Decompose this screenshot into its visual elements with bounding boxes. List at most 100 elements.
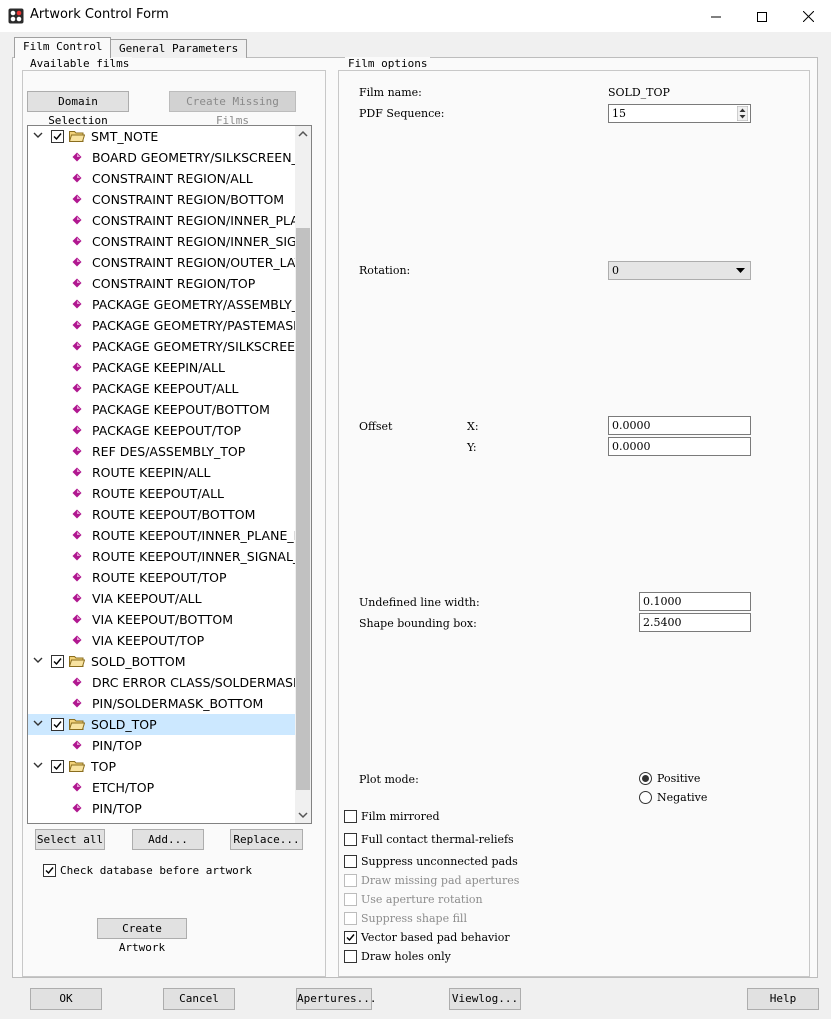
tree-leaf-row[interactable]: CONSTRAINT REGION/INNER_PLANE_LAYERS [28, 210, 296, 231]
chevron-down-icon[interactable] [33, 760, 43, 770]
tree-scrollbar-thumb[interactable] [296, 228, 310, 790]
close-button[interactable] [785, 0, 831, 32]
film-layer-icon [72, 677, 82, 687]
undefined-line-width-input[interactable]: 0.1000 [639, 592, 751, 611]
tree-leaf-row[interactable]: PIN/TOP [28, 735, 296, 756]
scroll-up-icon[interactable] [297, 129, 309, 139]
chevron-down-icon[interactable] [33, 130, 43, 140]
help-button[interactable]: Help [747, 988, 819, 1010]
tree-checkbox[interactable] [51, 130, 64, 143]
tree-leaf-row[interactable]: PACKAGE GEOMETRY/PASTEMASK_TOP [28, 315, 296, 336]
minimize-button[interactable] [693, 0, 739, 32]
tree-leaf-row[interactable]: PACKAGE KEEPOUT/ALL [28, 378, 296, 399]
film-layer-icon [72, 698, 82, 708]
replace-button[interactable]: Replace... [230, 829, 303, 850]
tree-leaf-row[interactable]: PACKAGE GEOMETRY/SILKSCREEN_TOP [28, 336, 296, 357]
tree-leaf-row[interactable]: CONSTRAINT REGION/ALL [28, 168, 296, 189]
select-all-button[interactable]: Select all [35, 829, 105, 850]
tree-item-label: REF DES/ASSEMBLY_TOP [92, 444, 246, 459]
check-database-checkbox[interactable] [43, 864, 56, 877]
cancel-button[interactable]: Cancel [163, 988, 235, 1010]
viewlog-button[interactable]: Viewlog... [449, 988, 521, 1010]
tree-leaf-row[interactable]: CONSTRAINT REGION/INNER_SIGNAL_LAYERS [28, 231, 296, 252]
scroll-down-icon[interactable] [297, 810, 309, 820]
film-layer-icon [72, 362, 82, 372]
tree-checkbox[interactable] [51, 655, 64, 668]
available-films-label: Available films [27, 57, 133, 70]
tree-item-label: VIA KEEPOUT/TOP [92, 633, 205, 648]
offset-x-input[interactable]: 0.0000 [608, 416, 751, 435]
tree-item-label: VIA KEEPOUT/BOTTOM [92, 612, 233, 627]
positive-radio[interactable] [639, 772, 652, 785]
tree-leaf-row[interactable]: ROUTE KEEPOUT/INNER_SIGNAL_LAYERS [28, 546, 296, 567]
tree-leaf-row[interactable]: DRC ERROR CLASS/SOLDERMASK_BOTTOM [28, 672, 296, 693]
apertures-button[interactable]: Apertures... [296, 988, 376, 1010]
tree-leaf-row[interactable]: PACKAGE GEOMETRY/ASSEMBLY_TOP [28, 294, 296, 315]
create-artwork-button[interactable]: Create Artwork [97, 918, 187, 954]
add-button[interactable]: Add... [132, 829, 204, 850]
film-name-value: SOLD_TOP [608, 86, 670, 99]
shape-bounding-box-input[interactable]: 2.5400 [639, 613, 751, 632]
spinner-arrows-icon[interactable] [737, 106, 748, 121]
tree-leaf-row[interactable]: CONSTRAINT REGION/OUTER_LAYERS [28, 252, 296, 273]
maximize-button[interactable] [739, 0, 785, 32]
tree-leaf-row[interactable]: ROUTE KEEPOUT/ALL [28, 483, 296, 504]
tree-leaf-row[interactable]: REF DES/ASSEMBLY_TOP [28, 441, 296, 462]
tree-leaf-row[interactable]: ROUTE KEEPIN/ALL [28, 462, 296, 483]
film-option-checkbox[interactable] [344, 810, 357, 823]
tree-leaf-row[interactable]: PACKAGE KEEPIN/ALL [28, 357, 296, 378]
window-title: Artwork Control Form [30, 7, 169, 22]
film-option-label: Draw holes only [361, 950, 451, 963]
film-option-label: Vector based pad behavior [361, 931, 510, 944]
tree-leaf-row[interactable]: VIA KEEPOUT/TOP [28, 630, 296, 651]
ok-button[interactable]: OK [30, 988, 102, 1010]
tree-checkbox[interactable] [51, 718, 64, 731]
create-missing-films-button[interactable]: Create Missing Films [169, 91, 296, 127]
film-layer-icon [72, 551, 82, 561]
tree-leaf-row[interactable]: ROUTE KEEPOUT/INNER_PLANE_LAYERS [28, 525, 296, 546]
chevron-down-icon[interactable] [33, 655, 43, 665]
negative-radio[interactable] [639, 791, 652, 804]
film-option-checkbox[interactable] [344, 893, 357, 906]
tab-film-control[interactable]: Film Control [14, 37, 112, 58]
film-option-checkbox[interactable] [344, 874, 357, 887]
films-tree[interactable]: SMT_NOTE BOARD GEOMETRY/SILKSCREEN_TOP CON… [27, 125, 312, 824]
film-layer-icon [72, 593, 82, 603]
tree-leaf-row[interactable]: VIA KEEPOUT/ALL [28, 588, 296, 609]
film-layer-icon [72, 299, 82, 309]
film-layer-icon [72, 530, 82, 540]
rotation-select[interactable]: 0 [608, 261, 751, 280]
film-layer-icon [72, 152, 82, 162]
chevron-down-icon[interactable] [33, 718, 43, 728]
checkmark-icon [53, 133, 62, 141]
tree-leaf-row[interactable]: VIA KEEPOUT/BOTTOM [28, 609, 296, 630]
film-option-label: Suppress shape fill [361, 912, 467, 925]
rotation-label: Rotation: [359, 264, 411, 277]
tree-leaf-row[interactable]: CONSTRAINT REGION/BOTTOM [28, 189, 296, 210]
tree-leaf-row[interactable]: PACKAGE KEEPOUT/TOP [28, 420, 296, 441]
tree-folder-row[interactable]: TOP [28, 756, 296, 777]
tree-folder-row[interactable]: SOLD_BOTTOM [28, 651, 296, 672]
tree-leaf-row[interactable]: ROUTE KEEPOUT/TOP [28, 567, 296, 588]
offset-y-input[interactable]: 0.0000 [608, 437, 751, 456]
tree-folder-row[interactable]: SMT_NOTE [28, 126, 296, 147]
tree-leaf-row[interactable]: PIN/TOP [28, 798, 296, 819]
film-option-checkbox[interactable] [344, 912, 357, 925]
tree-leaf-row[interactable]: BOARD GEOMETRY/SILKSCREEN_TOP [28, 147, 296, 168]
tree-item-label: VIA KEEPOUT/ALL [92, 591, 202, 606]
tab-general-parameters[interactable]: General Parameters [110, 39, 248, 58]
tree-leaf-row[interactable]: PACKAGE KEEPOUT/BOTTOM [28, 399, 296, 420]
film-option-checkbox[interactable] [344, 855, 357, 868]
film-option-checkbox[interactable] [344, 931, 357, 944]
pdf-sequence-spinner[interactable]: 15 [608, 104, 751, 123]
film-option-checkbox[interactable] [344, 833, 357, 846]
tree-leaf-row[interactable]: ROUTE KEEPOUT/BOTTOM [28, 504, 296, 525]
film-name-label: Film name: [359, 86, 422, 99]
tree-checkbox[interactable] [51, 760, 64, 773]
tree-leaf-row[interactable]: CONSTRAINT REGION/TOP [28, 273, 296, 294]
tree-folder-row[interactable]: SOLD_TOP [28, 714, 296, 735]
film-option-checkbox[interactable] [344, 950, 357, 963]
tree-leaf-row[interactable]: ETCH/TOP [28, 777, 296, 798]
tree-leaf-row[interactable]: PIN/SOLDERMASK_BOTTOM [28, 693, 296, 714]
domain-selection-button[interactable]: Domain Selection [27, 91, 129, 127]
